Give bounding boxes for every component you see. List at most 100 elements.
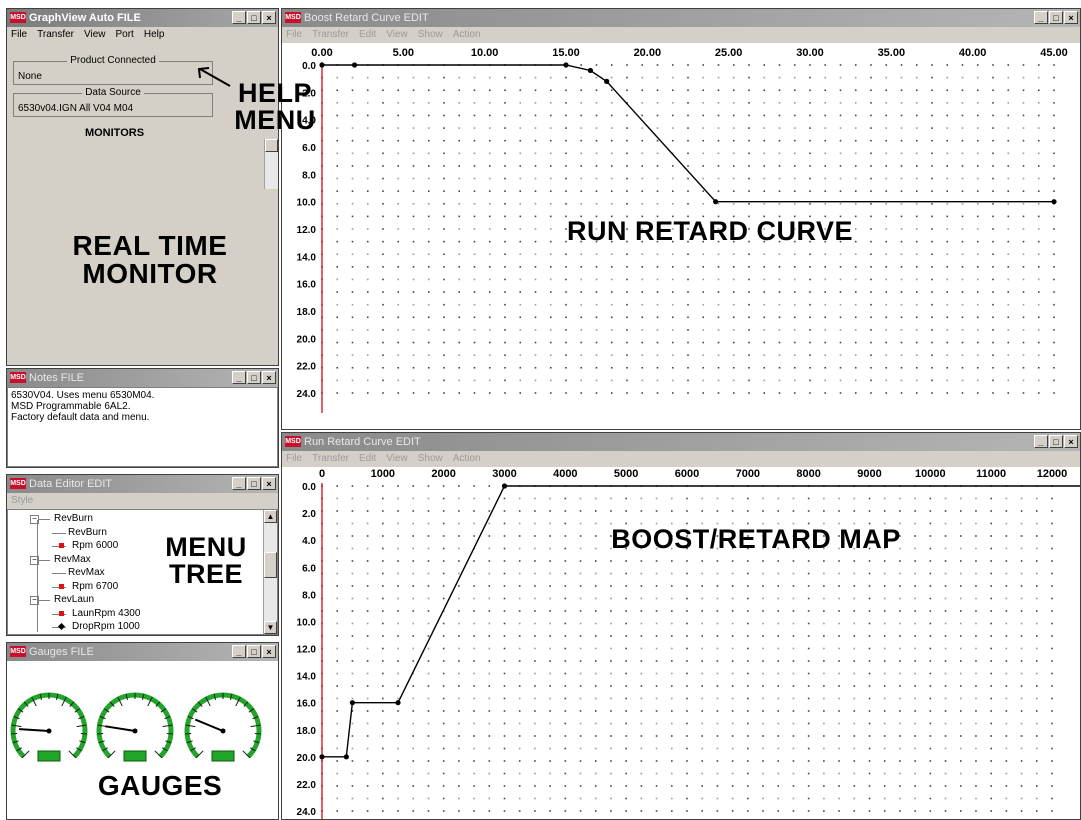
minimize-button[interactable]: _ xyxy=(232,11,246,24)
x-tick-label: 1000 xyxy=(371,468,395,480)
tree-item[interactable]: Rpm 6700 xyxy=(52,581,118,592)
bottom-graph-svg[interactable]: 0 1000 2000 3000 4000 5000 6000 7000 8000 9000 100… xyxy=(282,467,1080,819)
close-button[interactable]: × xyxy=(262,477,276,490)
menu-file[interactable]: File xyxy=(286,451,302,467)
gauge-readout xyxy=(123,750,147,762)
scroll-up-button[interactable]: ▲ xyxy=(264,510,277,523)
y-tick-label: 14.0 xyxy=(297,672,317,683)
maximize-button[interactable]: □ xyxy=(247,645,261,658)
menu-show[interactable]: Show xyxy=(418,451,443,467)
maximize-button[interactable]: □ xyxy=(247,371,261,384)
data-point[interactable] xyxy=(351,62,358,68)
data-point[interactable] xyxy=(501,483,508,489)
tree-item[interactable]: DropRpm 1000 xyxy=(52,621,140,632)
notes-titlebar[interactable]: MSD Notes FILE _ □ × xyxy=(7,369,278,387)
x-tick-label: 7000 xyxy=(736,468,760,480)
scroll-down-button[interactable]: ▼ xyxy=(264,621,277,634)
data-point[interactable] xyxy=(604,78,610,84)
x-tick-label: 45.00 xyxy=(1040,47,1068,59)
menu-transfer[interactable]: Transfer xyxy=(312,27,349,43)
menu-edit[interactable]: Edit xyxy=(359,27,376,43)
gauge xyxy=(10,692,88,762)
menu-action[interactable]: Action xyxy=(453,27,481,43)
x-tick-label: 35.00 xyxy=(878,47,906,59)
menu-show[interactable]: Show xyxy=(418,27,443,43)
tree-item[interactable]: − RevLaun xyxy=(30,594,94,605)
data-point[interactable] xyxy=(1051,199,1057,205)
tree-connector xyxy=(52,573,66,574)
x-tick-label: 10000 xyxy=(915,468,946,480)
tree-connector xyxy=(38,600,50,601)
run-retard-curve-window: MSD Run Retard Curve EDIT _ □ × File Tra… xyxy=(281,432,1081,820)
data-point[interactable] xyxy=(395,700,401,706)
minimize-button[interactable]: _ xyxy=(232,371,246,384)
main-scrollbar[interactable] xyxy=(264,139,278,189)
close-button[interactable]: × xyxy=(1064,435,1078,448)
tree-scrollbar[interactable]: ▲ ▼ xyxy=(263,510,277,634)
y-tick-label: 18.0 xyxy=(297,726,317,737)
menu-edit[interactable]: Edit xyxy=(359,451,376,467)
menu-view[interactable]: View xyxy=(386,27,408,43)
x-tick-label: 4000 xyxy=(553,468,577,480)
y-tick-label: 0.0 xyxy=(302,61,316,72)
maximize-button[interactable]: □ xyxy=(247,11,261,24)
close-button[interactable]: × xyxy=(262,371,276,384)
tree-item[interactable]: − RevMax xyxy=(30,554,91,565)
maximize-button[interactable]: □ xyxy=(247,477,261,490)
maximize-button[interactable]: □ xyxy=(1049,435,1063,448)
data-point[interactable] xyxy=(319,754,325,760)
minimize-button[interactable]: _ xyxy=(1034,11,1048,24)
data-point[interactable] xyxy=(343,754,349,760)
y-tick-label: 12.0 xyxy=(297,645,317,656)
tree-item[interactable]: RevMax xyxy=(52,567,105,578)
tree-item[interactable]: RevBurn xyxy=(52,527,107,538)
gauges-titlebar[interactable]: MSD Gauges FILE _ □ × xyxy=(7,643,278,661)
data-source-label: Data Source xyxy=(82,87,144,98)
y-tick-label: 12.0 xyxy=(297,225,317,236)
menu-style[interactable]: Style xyxy=(11,493,33,509)
x-tick-label: 5000 xyxy=(614,468,638,480)
data-point[interactable] xyxy=(587,67,593,74)
bottom-graph-titlebar[interactable]: MSD Run Retard Curve EDIT _ □ × xyxy=(282,433,1080,451)
data-point[interactable] xyxy=(319,62,325,68)
data-editor-menubar: Style xyxy=(7,493,278,509)
close-button[interactable]: × xyxy=(1064,11,1078,24)
tree-item[interactable]: LaunRpm 4300 xyxy=(52,608,140,619)
y-tick-label: 10.0 xyxy=(297,198,317,209)
top-graph-title: Boost Retard Curve EDIT xyxy=(304,12,429,24)
menu-file[interactable]: File xyxy=(286,27,302,43)
menu-transfer[interactable]: Transfer xyxy=(37,27,74,43)
x-tick-label: 8000 xyxy=(796,468,820,480)
maximize-button[interactable]: □ xyxy=(1049,11,1063,24)
scroll-thumb[interactable] xyxy=(264,552,277,578)
minimize-button[interactable]: _ xyxy=(232,477,246,490)
minimize-button[interactable]: _ xyxy=(232,645,246,658)
data-editor-titlebar[interactable]: MSD Data Editor EDIT _ □ × xyxy=(7,475,278,493)
notes-window: MSD Notes FILE _ □ × 6530V04. Uses menu … xyxy=(6,368,279,468)
menu-action[interactable]: Action xyxy=(453,451,481,467)
menu-file[interactable]: File xyxy=(11,27,27,43)
notes-textarea[interactable]: 6530V04. Uses menu 6530M04. MSD Programm… xyxy=(7,387,278,467)
tree-item[interactable]: − RevBurn xyxy=(30,513,93,524)
data-point[interactable] xyxy=(563,62,569,68)
main-titlebar[interactable]: MSD GraphView Auto FILE _ □ × xyxy=(7,9,278,27)
data-point[interactable] xyxy=(713,199,719,205)
data-point[interactable] xyxy=(349,700,356,706)
minimize-button[interactable]: _ xyxy=(1034,435,1048,448)
y-tick-label: 24.0 xyxy=(297,389,317,400)
top-graph-titlebar[interactable]: MSD Boost Retard Curve EDIT _ □ × xyxy=(282,9,1080,27)
bottom-graph-plot[interactable]: 0 1000 2000 3000 4000 5000 6000 7000 8000 9000 100… xyxy=(282,467,1080,819)
close-button[interactable]: × xyxy=(262,11,276,24)
product-connected-group: Product Connected None xyxy=(13,55,213,85)
menu-help[interactable]: Help xyxy=(144,27,165,43)
gauge-hub xyxy=(132,728,138,734)
close-button[interactable]: × xyxy=(262,645,276,658)
menu-transfer[interactable]: Transfer xyxy=(312,451,349,467)
scroll-up-button[interactable] xyxy=(265,139,278,152)
msd-logo-icon: MSD xyxy=(285,12,301,23)
tree-item[interactable]: Rpm 6000 xyxy=(52,540,118,551)
menu-port[interactable]: Port xyxy=(116,27,134,43)
menu-view[interactable]: View xyxy=(386,451,408,467)
x-tick-label: 20.00 xyxy=(634,47,662,59)
menu-view[interactable]: View xyxy=(84,27,106,43)
